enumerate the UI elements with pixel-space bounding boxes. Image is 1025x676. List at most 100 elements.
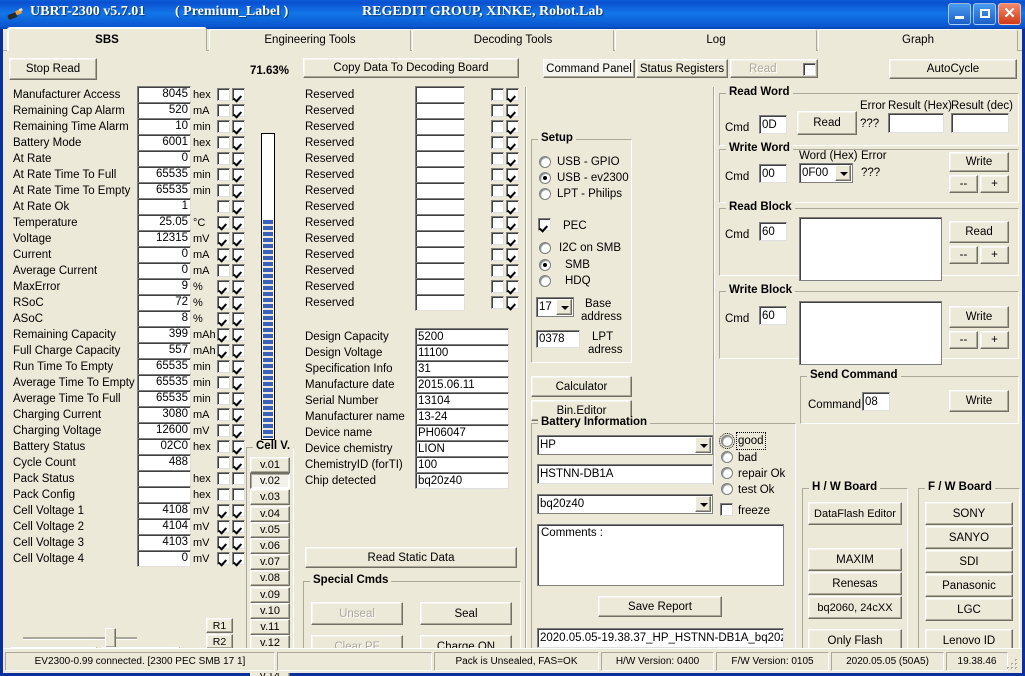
- write-word-decrement-button[interactable]: --: [949, 175, 978, 193]
- reserved-row-checkbox-2[interactable]: [506, 280, 519, 293]
- sbs-row-checkbox-1[interactable]: [217, 424, 230, 437]
- stop-read-button[interactable]: Stop Read: [9, 58, 97, 80]
- sbs-row-checkbox-2[interactable]: [232, 392, 245, 405]
- reserved-row-value[interactable]: [415, 118, 465, 135]
- send-command-write-button[interactable]: Write: [949, 390, 1009, 412]
- reserved-row-checkbox-1[interactable]: [491, 152, 504, 165]
- battery-model-field[interactable]: HSTNN-DB1A: [537, 464, 713, 484]
- cell-voltage-button-v-11[interactable]: v.11: [250, 619, 290, 635]
- reserved-row-checkbox-2[interactable]: [506, 200, 519, 213]
- reserved-row-checkbox-1[interactable]: [491, 264, 504, 277]
- write-block-decrement-button[interactable]: --: [949, 331, 978, 349]
- read-word-result-dec-field[interactable]: [951, 113, 1009, 133]
- sbs-row-value[interactable]: 65535: [137, 358, 191, 375]
- sbs-row-value[interactable]: 12315: [137, 230, 191, 247]
- battery-comments-textarea[interactable]: Comments :: [537, 524, 784, 586]
- sbs-row-value[interactable]: 0: [137, 262, 191, 279]
- cell-voltage-button-v-05[interactable]: v.05: [250, 522, 290, 538]
- sbs-row-value[interactable]: 65535: [137, 182, 191, 199]
- tab-log[interactable]: Log: [615, 29, 817, 51]
- sbs-row-checkbox-2[interactable]: [232, 120, 245, 133]
- sbs-row-checkbox-2[interactable]: [232, 344, 245, 357]
- read-word-result-hex-field[interactable]: [888, 113, 944, 133]
- reserved-row-checkbox-1[interactable]: [491, 120, 504, 133]
- radio-smb[interactable]: [539, 259, 551, 271]
- sbs-row-value[interactable]: [137, 470, 191, 487]
- static-row-value[interactable]: 13-24: [415, 408, 509, 425]
- tab-engineering-tools[interactable]: Engineering Tools: [209, 29, 411, 51]
- read-block-increment-button[interactable]: +: [980, 246, 1009, 264]
- panasonic-button[interactable]: Panasonic: [925, 574, 1013, 597]
- radio-usb-ev2300[interactable]: [539, 172, 551, 184]
- tab-sbs[interactable]: SBS: [7, 27, 207, 51]
- r2-button[interactable]: R2: [206, 634, 233, 649]
- sbs-row-value[interactable]: 4104: [137, 518, 191, 535]
- lpt-address-field[interactable]: 0378: [536, 330, 580, 348]
- sbs-row-checkbox-2[interactable]: [232, 216, 245, 229]
- sbs-row-value[interactable]: 8045: [137, 86, 191, 103]
- reserved-row-checkbox-1[interactable]: [491, 88, 504, 101]
- static-row-value[interactable]: bq20z40: [415, 472, 509, 489]
- sbs-row-value[interactable]: 9: [137, 278, 191, 295]
- sbs-row-value[interactable]: 6001: [137, 134, 191, 151]
- sbs-row-checkbox-1[interactable]: [217, 264, 230, 277]
- reserved-row-value[interactable]: [415, 262, 465, 279]
- sbs-row-checkbox-1[interactable]: [217, 504, 230, 517]
- radio-status-repair-ok[interactable]: [721, 467, 733, 479]
- sbs-row-checkbox-1[interactable]: [217, 552, 230, 565]
- write-word-value-combo[interactable]: 0F00: [799, 163, 853, 183]
- sbs-row-checkbox-1[interactable]: [217, 120, 230, 133]
- sbs-row-checkbox-2[interactable]: [232, 136, 245, 149]
- sbs-row-checkbox-2[interactable]: [232, 424, 245, 437]
- maxim-button[interactable]: MAXIM: [808, 548, 902, 571]
- sbs-row-checkbox-1[interactable]: [217, 296, 230, 309]
- radio-status-bad[interactable]: [721, 451, 733, 463]
- reserved-row-checkbox-2[interactable]: [506, 248, 519, 261]
- calculator-button[interactable]: Calculator: [531, 376, 632, 397]
- sbs-row-checkbox-2[interactable]: [232, 232, 245, 245]
- sbs-row-checkbox-1[interactable]: [217, 312, 230, 325]
- read-block-cmd-field[interactable]: 60: [759, 222, 787, 241]
- static-row-value[interactable]: 100: [415, 456, 509, 473]
- cell-voltage-button-v-04[interactable]: v.04: [250, 506, 290, 522]
- sbs-row-checkbox-2[interactable]: [232, 280, 245, 293]
- autocycle-button[interactable]: AutoCycle: [889, 59, 1017, 79]
- sbs-row-value[interactable]: 4103: [137, 534, 191, 551]
- sbs-row-checkbox-1[interactable]: [217, 344, 230, 357]
- radio-lpt-philips[interactable]: [539, 188, 551, 200]
- sbs-row-checkbox-1[interactable]: [217, 376, 230, 389]
- tab-command-panel[interactable]: Command Panel: [543, 59, 635, 78]
- sbs-row-checkbox-1[interactable]: [217, 200, 230, 213]
- sbs-row-checkbox-1[interactable]: [217, 472, 230, 485]
- reserved-row-value[interactable]: [415, 182, 465, 199]
- copy-data-to-decoding-board-button[interactable]: Copy Data To Decoding Board: [303, 58, 519, 78]
- sbs-row-checkbox-1[interactable]: [217, 136, 230, 149]
- sbs-row-checkbox-2[interactable]: [232, 408, 245, 421]
- cell-voltage-button-v-06[interactable]: v.06: [250, 538, 290, 554]
- write-block-write-button[interactable]: Write: [949, 306, 1009, 328]
- read-block-read-button[interactable]: Read: [949, 221, 1009, 243]
- sbs-row-checkbox-1[interactable]: [217, 280, 230, 293]
- sbs-row-value[interactable]: 3080: [137, 406, 191, 423]
- sbs-row-value[interactable]: 65535: [137, 166, 191, 183]
- sbs-row-checkbox-1[interactable]: [217, 104, 230, 117]
- sbs-row-checkbox-2[interactable]: [232, 504, 245, 517]
- reserved-row-value[interactable]: [415, 246, 465, 263]
- chevron-down-icon[interactable]: [835, 165, 851, 181]
- sbs-row-value[interactable]: 72: [137, 294, 191, 311]
- cell-voltage-button-v-03[interactable]: v.03: [250, 489, 290, 505]
- reserved-row-checkbox-2[interactable]: [506, 104, 519, 117]
- write-word-write-button[interactable]: Write: [949, 152, 1009, 172]
- sbs-row-checkbox-2[interactable]: [232, 456, 245, 469]
- sbs-row-value[interactable]: 8: [137, 310, 191, 327]
- static-row-value[interactable]: LION: [415, 440, 509, 457]
- dataflash-editor-button[interactable]: DataFlash Editor: [808, 502, 902, 525]
- cell-voltage-button-v-07[interactable]: v.07: [250, 554, 290, 570]
- tab-status-registers[interactable]: Status Registers: [636, 59, 728, 78]
- sbs-row-value[interactable]: 10: [137, 118, 191, 135]
- sony-button[interactable]: SONY: [925, 502, 1013, 525]
- sbs-row-checkbox-2[interactable]: [232, 104, 245, 117]
- sbs-row-checkbox-1[interactable]: [217, 328, 230, 341]
- reserved-row-checkbox-1[interactable]: [491, 216, 504, 229]
- reserved-row-value[interactable]: [415, 294, 465, 311]
